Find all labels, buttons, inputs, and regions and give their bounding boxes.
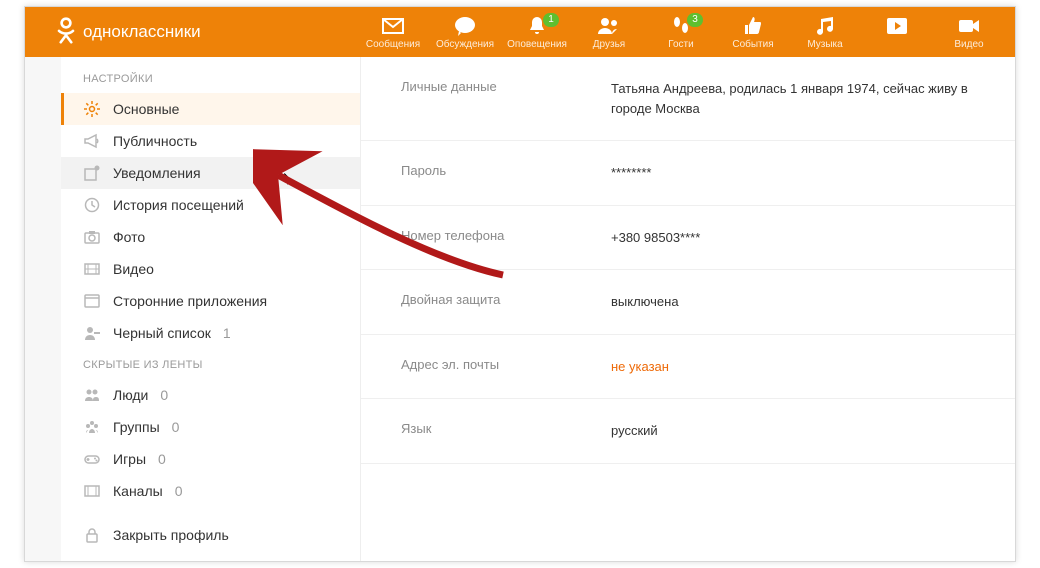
gear-icon (83, 100, 101, 118)
groups-icon (83, 418, 101, 436)
video-camera-icon (958, 15, 980, 37)
app-frame: одноклассники Сообщения Обсуждения 1 Опо… (24, 6, 1016, 562)
nav-notifications[interactable]: 1 Оповещения (501, 15, 573, 50)
sidebar-section-settings: НАСТРОЙКИ (61, 63, 360, 93)
sidebar-item-publicity[interactable]: Публичность (61, 125, 360, 157)
settings-sidebar: НАСТРОЙКИ Основные Публичность Уведомлен… (61, 57, 361, 561)
lock-icon (83, 526, 101, 544)
language-value: русский (611, 421, 658, 441)
sidebar-label: Сторонние приложения (113, 293, 267, 309)
film-icon (83, 482, 101, 500)
double-protection-label: Двойная защита (401, 292, 611, 312)
sidebar-section-hidden: СКРЫТЫЕ ИЗ ЛЕНТЫ (61, 349, 360, 379)
nav-messages[interactable]: Сообщения (357, 15, 429, 50)
sidebar-label: Фото (113, 229, 145, 245)
guests-badge: 3 (687, 13, 703, 27)
play-icon (886, 15, 908, 37)
sidebar-item-apps[interactable]: Сторонние приложения (61, 285, 360, 317)
window-icon (83, 292, 101, 310)
nav-guests[interactable]: 3 Гости (645, 15, 717, 50)
sidebar-label: Видео (113, 261, 154, 277)
language-label: Язык (401, 421, 611, 441)
row-personal[interactable]: Личные данные Татьяна Андреева, родилась… (361, 57, 1015, 141)
groups-count: 0 (172, 419, 180, 435)
notifications-badge: 1 (543, 13, 559, 27)
games-count: 0 (158, 451, 166, 467)
phone-value: +380 98503**** (611, 228, 700, 248)
sidebar-item-games[interactable]: Игры 0 (61, 443, 360, 475)
sidebar-label: Каналы (113, 483, 163, 499)
logo[interactable]: одноклассники (55, 16, 201, 49)
sidebar-item-channels[interactable]: Каналы 0 (61, 475, 360, 507)
nav-friends[interactable]: Друзья (573, 15, 645, 50)
row-language[interactable]: Язык русский (361, 399, 1015, 464)
camera-icon (83, 228, 101, 246)
people-count: 0 (160, 387, 168, 403)
film-icon (83, 260, 101, 278)
row-email[interactable]: Адрес эл. почты не указан (361, 335, 1015, 400)
row-phone[interactable]: Номер телефона +380 98503**** (361, 206, 1015, 271)
sidebar-label: Группы (113, 419, 160, 435)
sidebar-label: История посещений (113, 197, 244, 213)
double-protection-value: выключена (611, 292, 679, 312)
friends-icon (597, 15, 621, 37)
header: одноклассники Сообщения Обсуждения 1 Опо… (25, 7, 1015, 57)
popup-icon (83, 164, 101, 182)
blacklist-count: 1 (223, 325, 231, 341)
sidebar-item-history[interactable]: История посещений (61, 189, 360, 221)
password-label: Пароль (401, 163, 611, 183)
nav-discussions[interactable]: Обсуждения (429, 15, 501, 50)
brand-name: одноклассники (83, 22, 201, 42)
sidebar-label: Черный список (113, 325, 211, 341)
ok-logo-icon (55, 16, 77, 49)
nav-video-play[interactable] (861, 15, 933, 50)
sidebar-label: Основные (113, 101, 179, 117)
megaphone-icon (83, 132, 101, 150)
content-body: НАСТРОЙКИ Основные Публичность Уведомлен… (25, 57, 1015, 561)
sidebar-item-video[interactable]: Видео (61, 253, 360, 285)
sidebar-item-blacklist[interactable]: Черный список 1 (61, 317, 360, 349)
gamepad-icon (83, 450, 101, 468)
email-value: не указан (611, 357, 669, 377)
sidebar-item-main[interactable]: Основные (61, 93, 360, 125)
phone-label: Номер телефона (401, 228, 611, 248)
nav-events[interactable]: События (717, 15, 789, 50)
row-double-protection[interactable]: Двойная защита выключена (361, 270, 1015, 335)
sidebar-label: Публичность (113, 133, 197, 149)
music-icon (815, 15, 835, 37)
top-nav: Сообщения Обсуждения 1 Оповещения Друзья… (357, 15, 1005, 50)
sidebar-label: Игры (113, 451, 146, 467)
email-label: Адрес эл. почты (401, 357, 611, 377)
sidebar-label: Люди (113, 387, 148, 403)
personal-value: Татьяна Андреева, родилась 1 января 1974… (611, 79, 991, 118)
chat-icon (454, 15, 476, 37)
history-icon (83, 196, 101, 214)
sidebar-item-groups[interactable]: Группы 0 (61, 411, 360, 443)
people-icon (83, 386, 101, 404)
user-block-icon (83, 324, 101, 342)
password-value: ******** (611, 163, 651, 183)
sidebar-item-close-profile[interactable]: Закрыть профиль (61, 519, 360, 551)
row-password[interactable]: Пароль ******** (361, 141, 1015, 206)
sidebar-label: Закрыть профиль (113, 527, 229, 543)
settings-main: Личные данные Татьяна Андреева, родилась… (361, 57, 1015, 561)
sidebar-item-photo[interactable]: Фото (61, 221, 360, 253)
personal-label: Личные данные (401, 79, 611, 118)
sidebar-item-people[interactable]: Люди 0 (61, 379, 360, 411)
nav-music[interactable]: Музыка (789, 15, 861, 50)
sidebar-label: Уведомления (113, 165, 201, 181)
channels-count: 0 (175, 483, 183, 499)
thumbs-up-icon (743, 15, 763, 37)
sidebar-item-notifications[interactable]: Уведомления (61, 157, 360, 189)
nav-video[interactable]: Видео (933, 15, 1005, 50)
envelope-icon (382, 15, 404, 37)
